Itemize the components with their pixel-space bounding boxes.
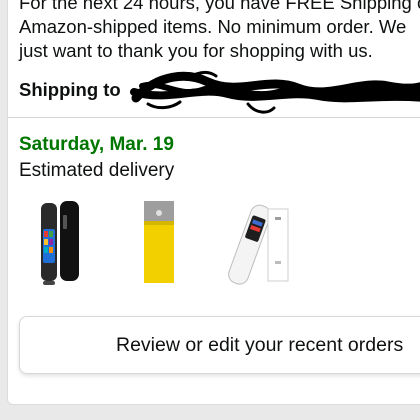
product-thumbnail-yellow-case[interactable] <box>140 197 178 289</box>
redacted-address-scribble <box>130 70 420 114</box>
product-thumbnail-translator-pen-white[interactable] <box>228 197 296 289</box>
order-confirmation-screen: For the next 24 hours, you have FREE Shi… <box>0 0 420 420</box>
review-orders-button[interactable]: Review or edit your recent orders <box>19 316 420 374</box>
product-thumbnail-translator-pen-black[interactable] <box>38 197 82 289</box>
section-divider <box>7 117 420 118</box>
free-shipping-message-line-1: For the next 24 hours, you have FREE Shi… <box>19 0 420 13</box>
review-orders-button-label: Review or edit your recent orders <box>116 334 404 356</box>
estimated-delivery-label: Estimated delivery <box>19 160 175 181</box>
delivery-date: Saturday, Mar. 19 <box>19 134 174 155</box>
free-shipping-message-line-3: just want to thank you for shopping with… <box>19 40 373 61</box>
free-shipping-message-line-2: Amazon-shipped items. No minimum order. … <box>19 16 407 37</box>
shipping-to-label: Shipping to <box>19 79 121 100</box>
